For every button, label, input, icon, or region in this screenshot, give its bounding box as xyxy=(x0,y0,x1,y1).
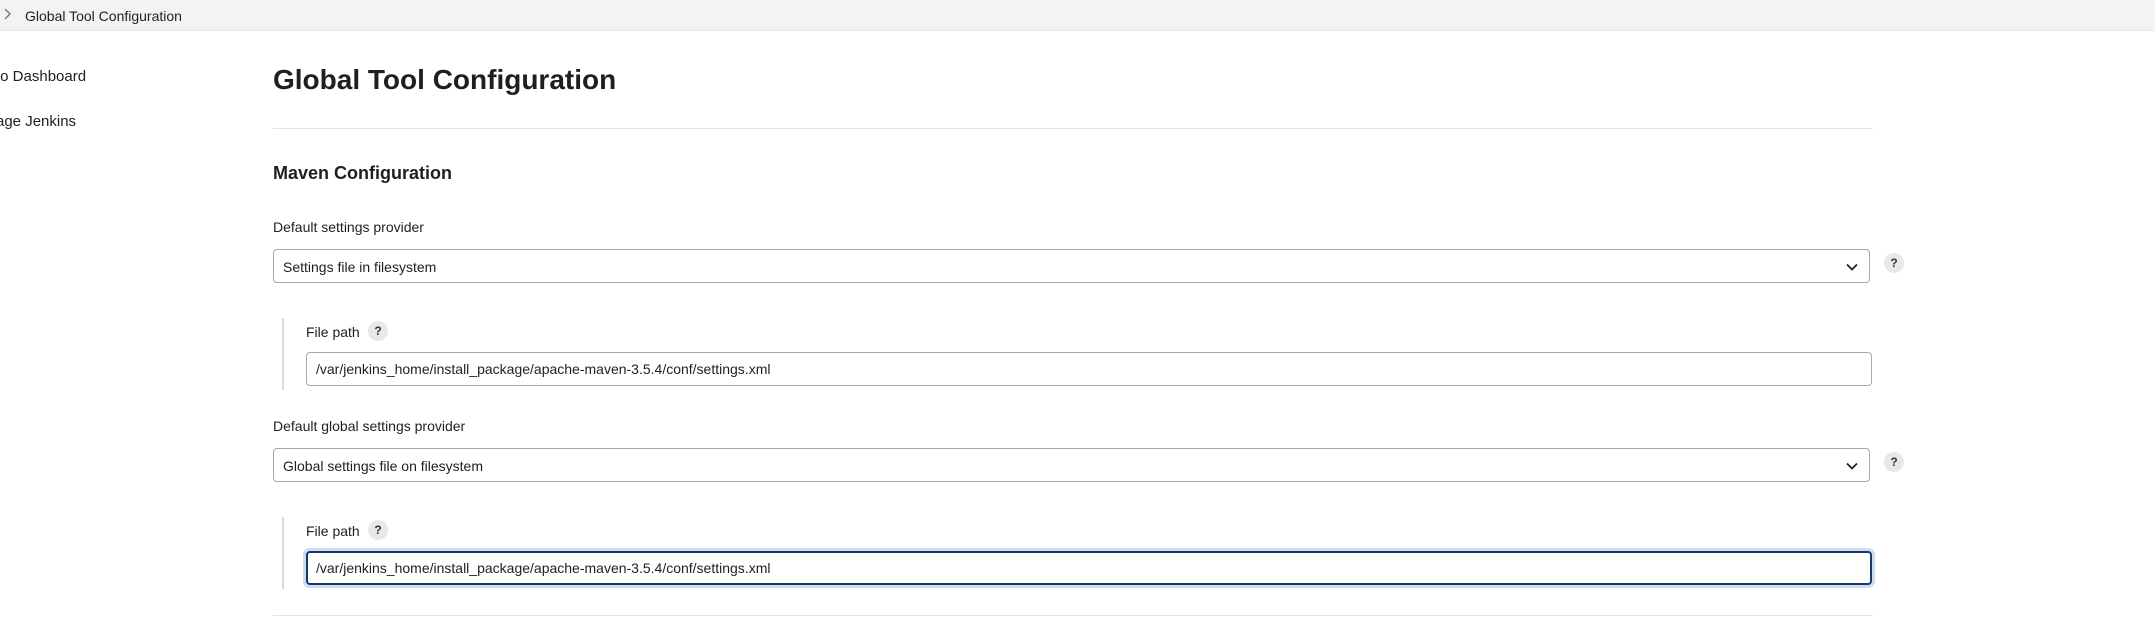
help-icon[interactable]: ? xyxy=(1884,253,1904,273)
sidebar-item-back-to-dashboard[interactable]: to Dashboard xyxy=(0,68,86,85)
help-icon[interactable]: ? xyxy=(368,321,388,341)
help-icon[interactable]: ? xyxy=(368,520,388,540)
file-path-label: File path xyxy=(306,324,360,340)
section-title: Maven Configuration xyxy=(273,163,452,183)
settings-file-path-section: File path ? xyxy=(282,318,1874,390)
chevron-down-icon xyxy=(1846,263,1858,271)
settings-provider-selected: Settings file in filesystem xyxy=(283,259,437,275)
global-settings-file-path-input[interactable] xyxy=(306,551,1872,585)
sidebar-item-manage-jenkins[interactable]: age Jenkins xyxy=(0,113,76,130)
chevron-down-icon xyxy=(1846,462,1858,470)
settings-provider-label: Default settings provider xyxy=(273,219,424,235)
settings-provider-select[interactable]: Settings file in filesystem xyxy=(273,249,1870,283)
help-icon[interactable]: ? xyxy=(1884,452,1904,472)
global-settings-provider-selected: Global settings file on filesystem xyxy=(283,458,483,474)
global-settings-file-path-section: File path ? xyxy=(282,517,1874,589)
settings-file-path-input[interactable] xyxy=(306,352,1872,386)
divider xyxy=(273,615,1873,616)
page-title: Global Tool Configuration xyxy=(273,64,617,95)
divider xyxy=(273,128,1873,129)
global-settings-provider-label: Default global settings provider xyxy=(273,418,466,434)
breadcrumb: Global Tool Configuration xyxy=(0,0,2155,31)
file-path-label: File path xyxy=(306,523,360,539)
chevron-right-icon xyxy=(2,7,12,23)
breadcrumb-item-global-tool-configuration[interactable]: Global Tool Configuration xyxy=(25,8,182,24)
global-settings-provider-select[interactable]: Global settings file on filesystem xyxy=(273,448,1870,482)
